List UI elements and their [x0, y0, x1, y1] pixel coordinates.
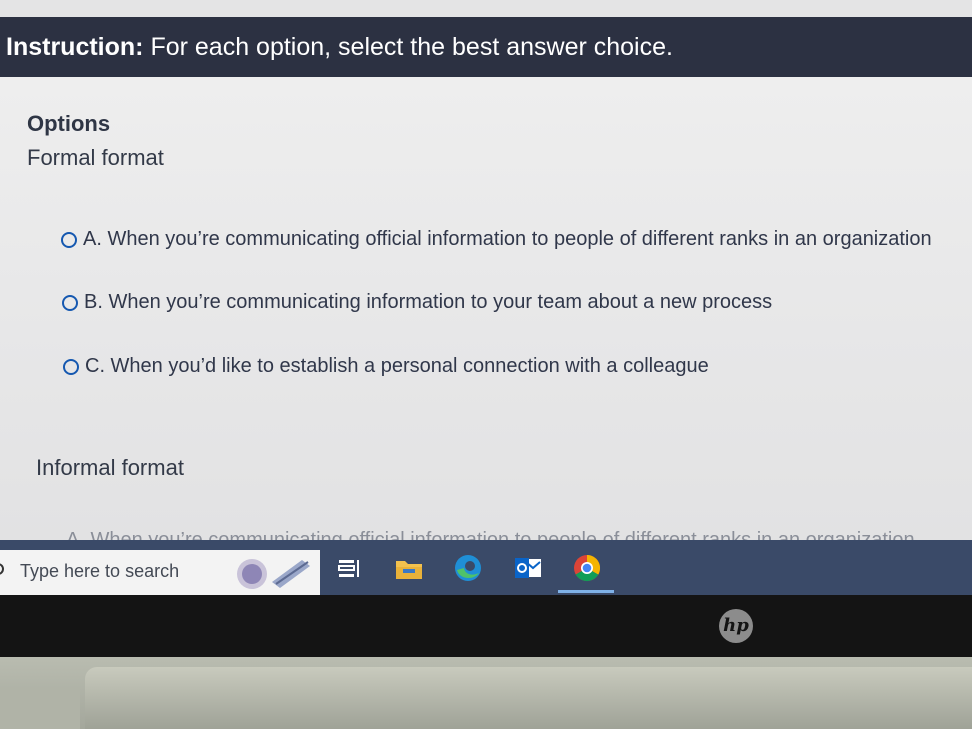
- instruction-text: For each option, select the best answer …: [143, 33, 673, 61]
- laptop-base: [0, 657, 972, 729]
- windows-taskbar: Type here to search: [0, 540, 972, 595]
- task-view-icon[interactable]: [334, 554, 364, 582]
- hp-logo: hp: [719, 609, 753, 643]
- radio-button[interactable]: [62, 294, 78, 311]
- search-icon: [0, 563, 4, 575]
- group-title-informal: Informal format: [36, 455, 184, 480]
- question-content: Options Formal format A. When you’re com…: [0, 77, 972, 551]
- search-highlight-icon: [237, 559, 310, 589]
- edge-icon[interactable]: [453, 554, 483, 582]
- base-ridge: [85, 667, 972, 729]
- option-label: B. When you’re communicating information…: [84, 291, 773, 313]
- radio-button[interactable]: [61, 231, 77, 248]
- group-title-formal: Formal format: [27, 145, 164, 170]
- radio-button[interactable]: [63, 358, 79, 375]
- search-placeholder: Type here to search: [20, 561, 180, 581]
- base-left-panel: [0, 687, 80, 729]
- instruction-label: Instruction:: [6, 33, 144, 61]
- option-formal-c[interactable]: C. When you’d like to establish a person…: [63, 355, 709, 378]
- option-label: A. When you’re communicating official in…: [83, 228, 932, 250]
- option-formal-a[interactable]: A. When you’re communicating official in…: [61, 228, 932, 251]
- instruction-bar: Instruction: For each option, select the…: [0, 17, 972, 77]
- outlook-icon[interactable]: [513, 554, 543, 582]
- laptop-bezel: hp: [0, 595, 972, 657]
- taskbar-search-box[interactable]: Type here to search: [0, 550, 320, 595]
- browser-top-strip: [0, 0, 972, 17]
- screen: Instruction: For each option, select the…: [0, 0, 972, 600]
- chrome-icon[interactable]: [572, 554, 602, 582]
- file-explorer-icon[interactable]: [394, 554, 424, 582]
- chrome-active-indicator: [558, 590, 614, 593]
- option-label: C. When you’d like to establish a person…: [85, 355, 709, 377]
- options-heading: Options: [27, 111, 111, 136]
- option-formal-b[interactable]: B. When you’re communicating information…: [62, 291, 772, 314]
